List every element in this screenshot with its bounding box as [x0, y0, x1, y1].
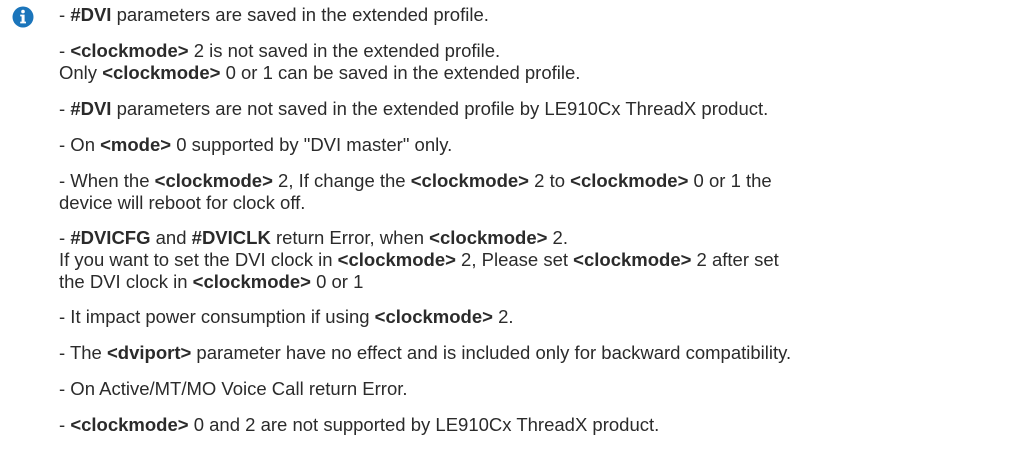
note-text: 2 is not saved in the extended profile. [188, 40, 501, 61]
note-line: - <clockmode> 0 and 2 are not supported … [59, 414, 1019, 436]
bold-term: <clockmode> [192, 271, 311, 292]
note-text: Only [59, 62, 103, 83]
note-text: 0 or 1 [310, 271, 364, 292]
note-text: - [59, 40, 71, 61]
note-paragraph: - #DVICFG and #DVICLK return Error, when… [59, 227, 1019, 293]
bold-term: <clockmode> [154, 170, 273, 191]
note-line: - On <mode> 0 supported by "DVI master" … [59, 134, 1019, 156]
note-line: device will reboot for clock off. [59, 192, 1019, 214]
note-text: device will reboot for clock off. [59, 192, 306, 213]
note-line: - It impact power consumption if using <… [59, 306, 1019, 328]
note-text: - [59, 4, 71, 25]
bold-term: <dviport> [106, 342, 192, 363]
note-paragraph: - On Active/MT/MO Voice Call return Erro… [59, 378, 1019, 400]
bold-term: <clockmode> [337, 249, 456, 270]
note-line: - When the <clockmode> 2, If change the … [59, 170, 1019, 192]
note-text: 2 after set [691, 249, 779, 270]
note-text: - It impact power consumption if using [59, 306, 375, 327]
bold-term: <clockmode> [429, 227, 548, 248]
note-text: 0 or 1 can be saved in the extended prof… [220, 62, 581, 83]
note-text: parameter have no effect and is included… [191, 342, 792, 363]
note-text: 2, If change the [272, 170, 411, 191]
note-line: Only <clockmode> 0 or 1 can be saved in … [59, 62, 1019, 84]
note-text: - The [59, 342, 107, 363]
info-icon [12, 6, 34, 28]
note-text: and [150, 227, 192, 248]
bold-term: #DVICFG [70, 227, 151, 248]
note-line: - The <dviport> parameter have no effect… [59, 342, 1019, 364]
note-line: - #DVICFG and #DVICLK return Error, when… [59, 227, 1019, 249]
note-text: - [59, 98, 71, 119]
note-line: - #DVI parameters are not saved in the e… [59, 98, 1019, 120]
note-text: - On Active/MT/MO Voice Call return Erro… [59, 378, 408, 399]
note-paragraph: - #DVI parameters are not saved in the e… [59, 98, 1019, 120]
note-text: parameters are not saved in the extended… [111, 98, 769, 119]
note-text: - When the [59, 170, 155, 191]
bold-term: <mode> [100, 134, 172, 155]
note-paragraph: - It impact power consumption if using <… [59, 306, 1019, 328]
note-paragraph: - #DVI parameters are saved in the exten… [59, 4, 1019, 26]
note-text: 2, Please set [455, 249, 574, 270]
bold-term: <clockmode> [70, 414, 189, 435]
note-paragraph: - The <dviport> parameter have no effect… [59, 342, 1019, 364]
bold-term: <clockmode> [410, 170, 529, 191]
bold-term: #DVI [70, 98, 112, 119]
note-line: - <clockmode> 2 is not saved in the exte… [59, 40, 1019, 62]
bold-term: <clockmode> [374, 306, 493, 327]
note-text: If you want to set the DVI clock in [59, 249, 338, 270]
bold-term: <clockmode> [102, 62, 221, 83]
note-paragraph: - When the <clockmode> 2, If change the … [59, 170, 1019, 214]
note-text: 0 or 1 the [688, 170, 772, 191]
note-text: 2 to [529, 170, 571, 191]
note-text: 0 and 2 are not supported by LE910Cx Thr… [188, 414, 660, 435]
note-text: return Error, when [270, 227, 430, 248]
note-text: - On [59, 134, 101, 155]
note-line: If you want to set the DVI clock in <clo… [59, 249, 1019, 271]
note-text: - [59, 227, 71, 248]
note-paragraph: - <clockmode> 0 and 2 are not supported … [59, 414, 1019, 436]
note-paragraph: - On <mode> 0 supported by "DVI master" … [59, 134, 1019, 156]
bold-term: #DVICLK [191, 227, 271, 248]
note-text: parameters are saved in the extended pro… [111, 4, 489, 25]
note-text: 2. [547, 227, 568, 248]
note-line: the DVI clock in <clockmode> 0 or 1 [59, 271, 1019, 293]
note-text: 2. [492, 306, 514, 327]
bold-term: #DVI [70, 4, 112, 25]
bold-term: <clockmode> [573, 249, 692, 270]
note-paragraph: - <clockmode> 2 is not saved in the exte… [59, 40, 1019, 84]
note-line: - #DVI parameters are saved in the exten… [59, 4, 1019, 26]
note-text: - [59, 414, 71, 435]
bold-term: <clockmode> [570, 170, 689, 191]
note-line: - On Active/MT/MO Voice Call return Erro… [59, 378, 1019, 400]
note-text: 0 supported by "DVI master" only. [171, 134, 453, 155]
bold-term: <clockmode> [70, 40, 189, 61]
note-text: the DVI clock in [59, 271, 193, 292]
